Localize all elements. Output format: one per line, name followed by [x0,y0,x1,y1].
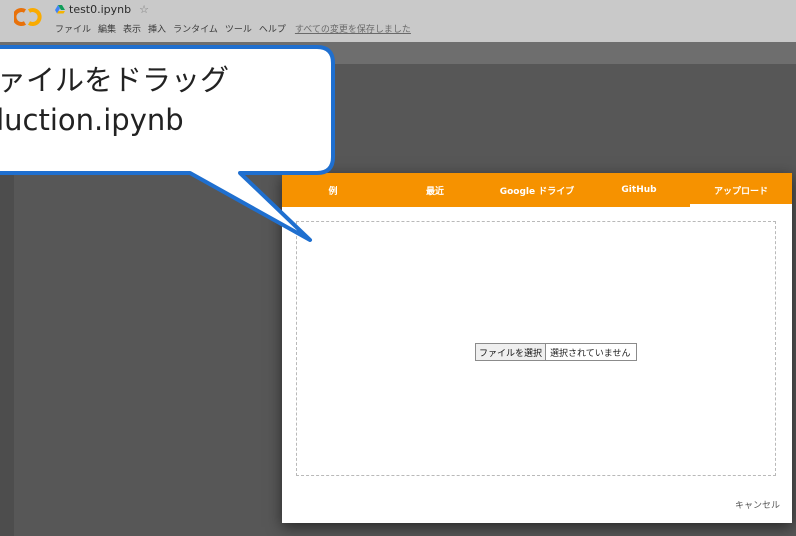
tab-upload[interactable]: アップロード [690,173,792,207]
sidebar [0,64,14,536]
tab-recent[interactable]: 最近 [384,173,486,207]
notebook-title[interactable]: test0.ipynb ☆ [55,3,149,16]
menu-file[interactable]: ファイル [55,22,91,35]
upload-dropzone[interactable]: ファイルを選択 選択されていません [296,221,776,476]
star-icon[interactable]: ☆ [139,3,149,16]
choose-file-button[interactable]: ファイルを選択 [476,344,547,360]
save-status[interactable]: すべての変更を保存しました [295,22,411,35]
open-notebook-dialog: 例 最近 Google ドライブ GitHub アップロード ファイルを選択 選… [282,173,792,523]
menu-help[interactable]: ヘルプ [259,22,286,35]
notebook-filename[interactable]: test0.ipynb [69,3,131,16]
toolbar [0,42,796,64]
menu-insert[interactable]: 挿入 [148,22,166,35]
colab-logo-icon[interactable] [14,6,42,28]
drive-icon [55,5,65,14]
menu-tools[interactable]: ツール [225,22,252,35]
tab-google-drive[interactable]: Google ドライブ [486,173,588,207]
file-input[interactable]: ファイルを選択 選択されていません [475,343,638,361]
colab-header: test0.ipynb ☆ ファイル 編集 表示 挿入 ランタイム ツール ヘル… [0,0,796,42]
dialog-tabs: 例 最近 Google ドライブ GitHub アップロード [282,173,792,207]
tab-github[interactable]: GitHub [588,173,690,207]
menubar: ファイル 編集 表示 挿入 ランタイム ツール ヘルプ すべての変更を保存しまし… [55,22,411,35]
file-status-text: 選択されていません [550,348,631,359]
cancel-button[interactable]: キャンセル [735,498,780,511]
tab-examples[interactable]: 例 [282,173,384,207]
menu-view[interactable]: 表示 [123,22,141,35]
menu-edit[interactable]: 編集 [98,22,116,35]
menu-runtime[interactable]: ランタイム [173,22,218,35]
